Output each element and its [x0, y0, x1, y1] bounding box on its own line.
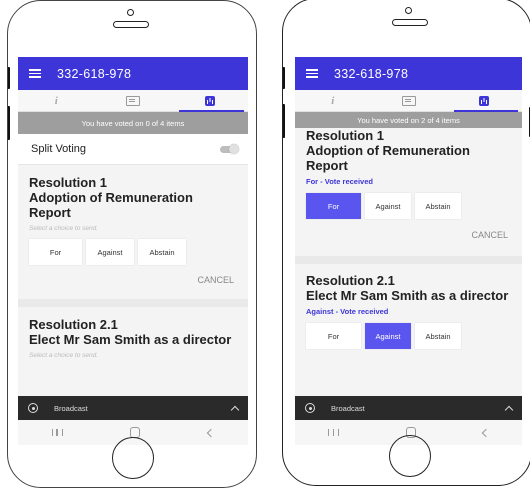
resolution-name: Elect Mr Sam Smith as a director — [29, 332, 232, 347]
abstain-button[interactable]: Abstain — [415, 193, 461, 219]
tab-bar: i — [18, 90, 248, 112]
broadcast-icon — [28, 403, 38, 413]
physical-home-button[interactable] — [389, 435, 431, 477]
broadcast-bar[interactable]: Broadcast — [18, 396, 248, 420]
speaker-grille — [113, 21, 149, 28]
against-button[interactable]: Against — [365, 323, 411, 349]
side-button — [283, 67, 285, 89]
resolution-card: Resolution 2.1 Elect Mr Sam Smith as a d… — [18, 307, 248, 359]
resolution-name: Adoption of Remuneration Report — [306, 143, 470, 173]
poll-chart-icon — [479, 95, 490, 106]
tab-voting[interactable] — [446, 90, 522, 112]
tab-messages[interactable] — [95, 90, 172, 111]
back-nav-icon[interactable] — [481, 428, 490, 437]
abstain-button[interactable]: Abstain — [415, 323, 461, 349]
card-divider — [18, 299, 248, 307]
resolution-number: Resolution 2.1 — [306, 273, 395, 288]
app-title: 332-618-978 — [57, 66, 132, 81]
cancel-button[interactable]: CANCEL — [306, 230, 511, 256]
broadcast-label: Broadcast — [54, 403, 88, 413]
info-icon: i — [54, 94, 58, 107]
tab-messages[interactable] — [371, 90, 447, 111]
split-voting-row: Split Voting — [18, 134, 248, 165]
hamburger-menu-icon[interactable] — [306, 69, 318, 78]
for-button[interactable]: For — [29, 239, 82, 265]
resolution-number: Resolution 2.1 — [29, 317, 118, 332]
resolution-number: Resolution 1 — [29, 175, 108, 190]
back-nav-icon[interactable] — [206, 428, 216, 437]
card-divider — [295, 256, 522, 264]
tab-info[interactable]: i — [18, 90, 95, 111]
against-button[interactable]: Against — [365, 193, 411, 219]
vote-summary: You have voted on 0 of 4 items — [18, 112, 248, 134]
chevron-up-icon[interactable] — [504, 405, 514, 414]
resolution-name: Adoption of Remuneration Report — [29, 190, 193, 220]
vote-choices: For Against Abstain — [29, 239, 237, 265]
camera-dot — [127, 9, 134, 16]
app-bar: 332-618-978 — [18, 57, 248, 90]
speaker-grille — [392, 19, 428, 26]
physical-home-button[interactable] — [112, 437, 154, 479]
chevron-up-icon[interactable] — [230, 405, 240, 414]
phone-right: 332-618-978 i You have voted on 2 of 4 i… — [282, 0, 530, 486]
vote-summary: You have voted on 2 of 4 items — [295, 112, 522, 128]
abstain-button[interactable]: Abstain — [138, 239, 186, 265]
cancel-button[interactable]: CANCEL — [29, 275, 237, 299]
side-button — [283, 104, 285, 138]
phone-screen: 332-618-978 i You have voted on 0 of 4 i… — [18, 57, 248, 445]
resolution-card: Resolution 1 Adoption of Remuneration Re… — [18, 165, 248, 299]
vote-status: For - Vote received — [306, 177, 373, 186]
poll-chart-icon — [204, 95, 215, 106]
resolution-number: Resolution 1 — [306, 128, 385, 143]
app-title: 332-618-978 — [334, 66, 409, 81]
camera-dot — [405, 7, 412, 14]
broadcast-icon — [305, 403, 315, 413]
broadcast-bar[interactable]: Broadcast — [295, 396, 522, 420]
hamburger-menu-icon[interactable] — [29, 69, 41, 78]
phone-left: 332-618-978 i You have voted on 0 of 4 i… — [7, 0, 257, 488]
chat-icon — [126, 95, 140, 106]
info-icon: i — [331, 94, 335, 107]
vote-choices: For Against Abstain — [306, 323, 511, 349]
resolution-name: Elect Mr Sam Smith as a director — [306, 288, 509, 303]
against-button[interactable]: Against — [86, 239, 134, 265]
phone-screen: 332-618-978 i You have voted on 2 of 4 i… — [295, 57, 522, 445]
for-button[interactable]: For — [306, 323, 361, 349]
side-button — [8, 67, 10, 89]
split-voting-toggle[interactable] — [220, 143, 239, 154]
split-voting-label: Split Voting — [31, 143, 87, 155]
select-hint: Select a choice to send. — [29, 352, 99, 359]
resolution-card: Resolution 2.1 Elect Mr Sam Smith as a d… — [295, 264, 522, 349]
side-button — [8, 106, 10, 140]
tab-info[interactable]: i — [295, 90, 371, 111]
recent-apps-icon[interactable] — [51, 429, 63, 436]
vote-choices: For Against Abstain — [306, 193, 511, 219]
select-hint: Select a choice to send. — [29, 225, 99, 232]
resolution-card: Resolution 1 Adoption of Remuneration Re… — [295, 128, 522, 256]
chat-icon — [401, 95, 416, 106]
recent-apps-icon[interactable] — [328, 429, 340, 436]
vote-status: Against - Vote received — [306, 307, 389, 316]
app-bar: 332-618-978 — [295, 57, 522, 90]
tab-bar: i — [295, 90, 522, 112]
for-button[interactable]: For — [306, 193, 361, 219]
tab-voting[interactable] — [171, 90, 248, 112]
broadcast-label: Broadcast — [331, 403, 365, 413]
